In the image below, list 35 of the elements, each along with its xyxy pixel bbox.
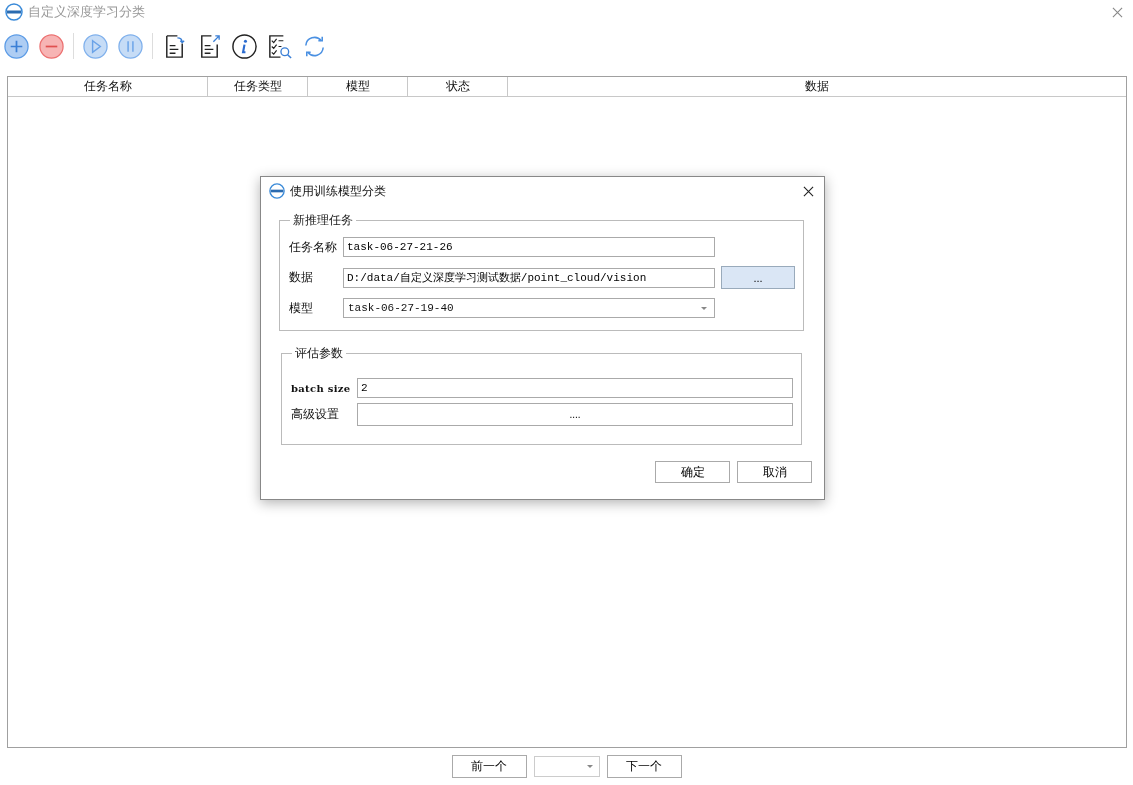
dialog-button[interactable]: 确定 [655, 461, 730, 483]
dialog-title: 使用训练模型分类 [290, 182, 387, 200]
next-button[interactable]: 下一个 [606, 755, 682, 778]
close-icon[interactable] [803, 185, 814, 197]
window-title: 自定义深度学习分类 [28, 3, 146, 21]
column-header[interactable]: 数据 [508, 77, 1126, 96]
column-header[interactable]: 任务名称 [8, 77, 208, 96]
logo-icon [269, 183, 285, 199]
pause-icon[interactable] [117, 32, 144, 60]
column-header[interactable]: 状态 [408, 77, 508, 96]
caret-icon [586, 765, 593, 768]
logo-icon [5, 3, 23, 21]
path-field[interactable]: D:/data/自定义深度学习测试数据/point_cloud/vision [343, 267, 715, 288]
model-dropdown[interactable]: task-06-27-19-40 [343, 298, 715, 318]
group-title: 评估参数 [294, 345, 344, 362]
previous-button[interactable]: 前一个 [451, 755, 527, 778]
browse-button[interactable]: ... [721, 266, 795, 289]
text-field[interactable]: task-06-27-21-26 [343, 237, 715, 257]
text-field[interactable]: 2 [357, 378, 793, 398]
field-label: 任务名称 [289, 238, 337, 256]
checklist-search-icon[interactable] [266, 32, 293, 60]
field-label: 数据 [289, 269, 314, 286]
field-label: 模型 [289, 299, 314, 317]
field-label: batch size [291, 382, 351, 394]
group-title: 新推理任务 [292, 212, 354, 229]
remove-icon[interactable] [38, 32, 65, 60]
play-icon[interactable] [82, 32, 109, 60]
caret-icon [701, 306, 707, 310]
field-label: 高级设置 [291, 406, 340, 423]
settings-button[interactable]: .... [357, 403, 793, 426]
add-icon[interactable] [3, 32, 30, 60]
column-header[interactable]: 模型 [308, 77, 408, 96]
column-header[interactable]: 任务类型 [208, 77, 308, 96]
info-icon[interactable] [231, 32, 258, 60]
dialog-button[interactable]: 取消 [737, 461, 812, 483]
